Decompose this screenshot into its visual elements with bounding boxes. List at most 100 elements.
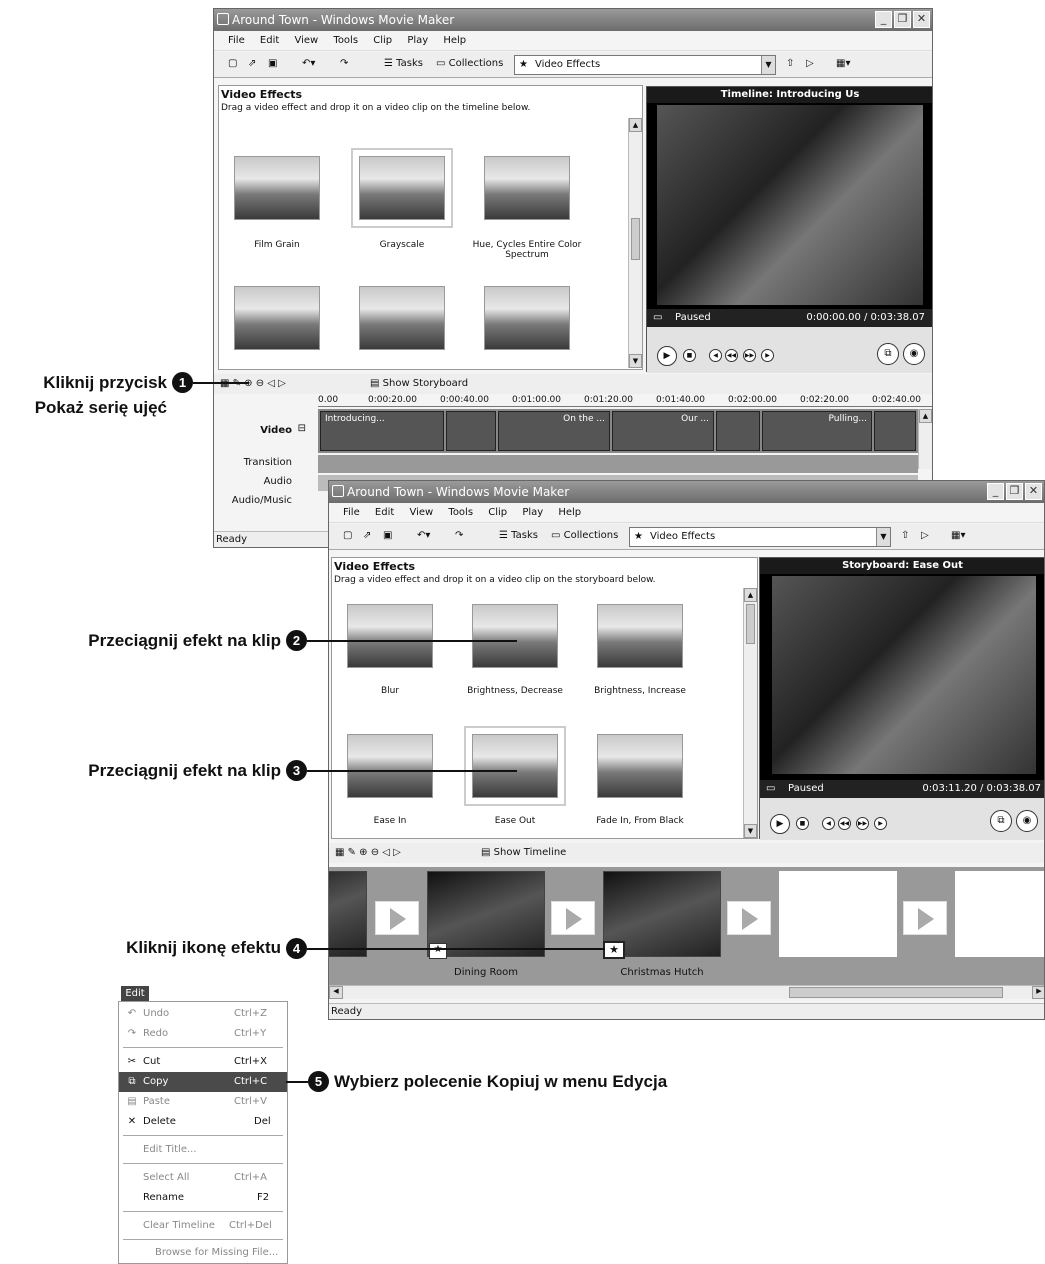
rewind-button[interactable]: ◀◀ [838,817,851,830]
menu-tools[interactable]: Tools [333,35,358,46]
menu-help[interactable]: Help [443,35,466,46]
menu-play[interactable]: Play [522,507,543,518]
effect-thumb-brightness-increase[interactable] [597,604,683,668]
menu-item-cut[interactable]: ✂ Cut Ctrl+X [119,1052,287,1072]
play-button[interactable]: ▶ [657,346,677,366]
menu-item-rename[interactable]: Rename F2 [119,1188,287,1208]
redo-icon[interactable]: ↷ [455,530,463,541]
new-folder-icon[interactable]: ▷ [921,530,929,541]
scroll-thumb[interactable] [746,604,755,644]
storyboard-clip[interactable] [329,871,367,957]
chevron-down-icon[interactable]: ▼ [761,56,775,74]
effect-thumb-brightness-decrease[interactable] [472,604,558,668]
timeline-clip[interactable]: Pulling... [762,411,872,451]
menu-tools[interactable]: Tools [448,507,473,518]
effect-thumb-ease-out[interactable] [464,726,566,806]
storyboard-empty-slot[interactable] [955,871,1044,957]
open-project-icon[interactable]: ⇗ [248,58,256,69]
rewind-button[interactable]: ◀◀ [725,349,738,362]
new-project-icon[interactable]: ▢ [228,58,237,69]
timeline-clip[interactable] [446,411,496,451]
undo-icon[interactable]: ↶▾ [417,530,430,541]
menu-item-redo[interactable]: ↷ Redo Ctrl+Y [119,1024,287,1044]
close-button[interactable]: ✕ [913,11,930,28]
views-icon[interactable]: ▦▾ [836,58,850,69]
effect-icon[interactable]: ★ [429,943,447,959]
menu-file[interactable]: File [343,507,360,518]
redo-icon[interactable]: ↷ [340,58,348,69]
collections-button[interactable]: ▭ Collections [436,58,503,69]
menu-item-browse-missing[interactable]: Browse for Missing File... [119,1243,287,1263]
menu-item-clear-timeline[interactable]: Clear Timeline Ctrl+Del [119,1216,287,1236]
scroll-down-icon[interactable]: ▼ [629,354,642,368]
storyboard-clip-christmas-hutch[interactable]: ★ [603,871,721,959]
effect-icon[interactable]: ★ [603,941,625,959]
menu-edit[interactable]: Edit [375,507,394,518]
minimize-button[interactable]: _ [987,483,1004,500]
menu-help[interactable]: Help [558,507,581,518]
new-folder-icon[interactable]: ▷ [806,58,814,69]
timeline-tool-icons[interactable]: ▦ ✎ ⊕ ⊖ ◁ ▷ [220,374,286,394]
collapse-icon[interactable]: ⊟ [298,423,306,434]
previous-frame-button[interactable]: ◀ [709,349,722,362]
menu-clip[interactable]: Clip [488,507,507,518]
timeline-clip[interactable]: On the ... [498,411,610,451]
show-storyboard-button[interactable]: ▤ Show Storyboard [370,374,468,394]
play-button[interactable]: ▶ [770,814,790,834]
previous-frame-button[interactable]: ◀ [822,817,835,830]
effect-thumb-fade-in[interactable] [597,734,683,798]
timeline-scrollbar[interactable]: ▲ [918,409,932,469]
storyboard-clip-dining-room[interactable]: ★ [427,871,545,959]
transition-slot[interactable] [903,901,947,935]
effect-thumb-grayscale[interactable] [351,148,453,228]
menu-item-delete[interactable]: ✕ Delete Del [119,1112,287,1132]
transition-slot[interactable] [551,901,595,935]
forward-button[interactable]: ▶▶ [743,349,756,362]
snapshot-button[interactable]: ◉ [903,343,925,365]
collections-button[interactable]: ▭ Collections [551,530,618,541]
views-icon[interactable]: ▦▾ [951,530,965,541]
effect-thumb[interactable] [359,286,445,350]
restore-button[interactable]: ❐ [1006,483,1023,500]
chevron-down-icon[interactable]: ▼ [876,528,890,546]
effect-thumb-film-grain[interactable] [234,156,320,220]
minimize-button[interactable]: _ [875,11,892,28]
menu-file[interactable]: File [228,35,245,46]
save-icon[interactable]: ▣ [268,58,277,69]
effect-thumb-hue[interactable] [484,156,570,220]
next-frame-button[interactable]: ▶ [761,349,774,362]
vertical-scrollbar[interactable]: ▲ ▼ [628,118,642,368]
menu-item-edit-title[interactable]: Edit Title... [119,1140,287,1160]
effect-thumb-ease-in[interactable] [347,734,433,798]
timeline-clip[interactable]: Introducing... [320,411,444,451]
snapshot-button[interactable]: ◉ [1016,810,1038,832]
scroll-up-icon[interactable]: ▲ [919,409,932,423]
scroll-thumb[interactable] [789,987,1003,998]
new-project-icon[interactable]: ▢ [343,530,352,541]
collections-combo[interactable]: ★ Video Effects ▼ [514,55,776,75]
horizontal-scrollbar[interactable]: ◀ ▶ [329,985,1044,999]
storyboard-empty-slot[interactable] [779,871,897,957]
transition-slot[interactable] [375,901,419,935]
split-button[interactable]: ⧉ [990,810,1012,832]
menu-item-copy[interactable]: ⧉ Copy Ctrl+C [119,1072,287,1092]
show-timeline-button[interactable]: ▤ Show Timeline [481,843,566,863]
scroll-up-icon[interactable]: ▲ [744,588,757,602]
tasks-button[interactable]: ☰ Tasks [384,58,423,69]
timeline-clip[interactable]: Our ... [612,411,714,451]
stop-button[interactable]: ■ [796,817,809,830]
transition-slot[interactable] [727,901,771,935]
menu-item-undo[interactable]: ↶ Undo Ctrl+Z [119,1004,287,1024]
effect-thumb[interactable] [234,286,320,350]
menu-view[interactable]: View [409,507,433,518]
storyboard-tool-icons[interactable]: ▦ ✎ ⊕ ⊖ ◁ ▷ [335,843,401,863]
forward-button[interactable]: ▶▶ [856,817,869,830]
next-frame-button[interactable]: ▶ [874,817,887,830]
scroll-right-icon[interactable]: ▶ [1032,986,1044,999]
effect-thumb[interactable] [484,286,570,350]
save-icon[interactable]: ▣ [383,530,392,541]
collections-combo[interactable]: ★ Video Effects ▼ [629,527,891,547]
scroll-thumb[interactable] [631,218,640,260]
edit-menu-header[interactable]: Edit [121,986,149,1001]
scroll-left-icon[interactable]: ◀ [329,986,343,999]
